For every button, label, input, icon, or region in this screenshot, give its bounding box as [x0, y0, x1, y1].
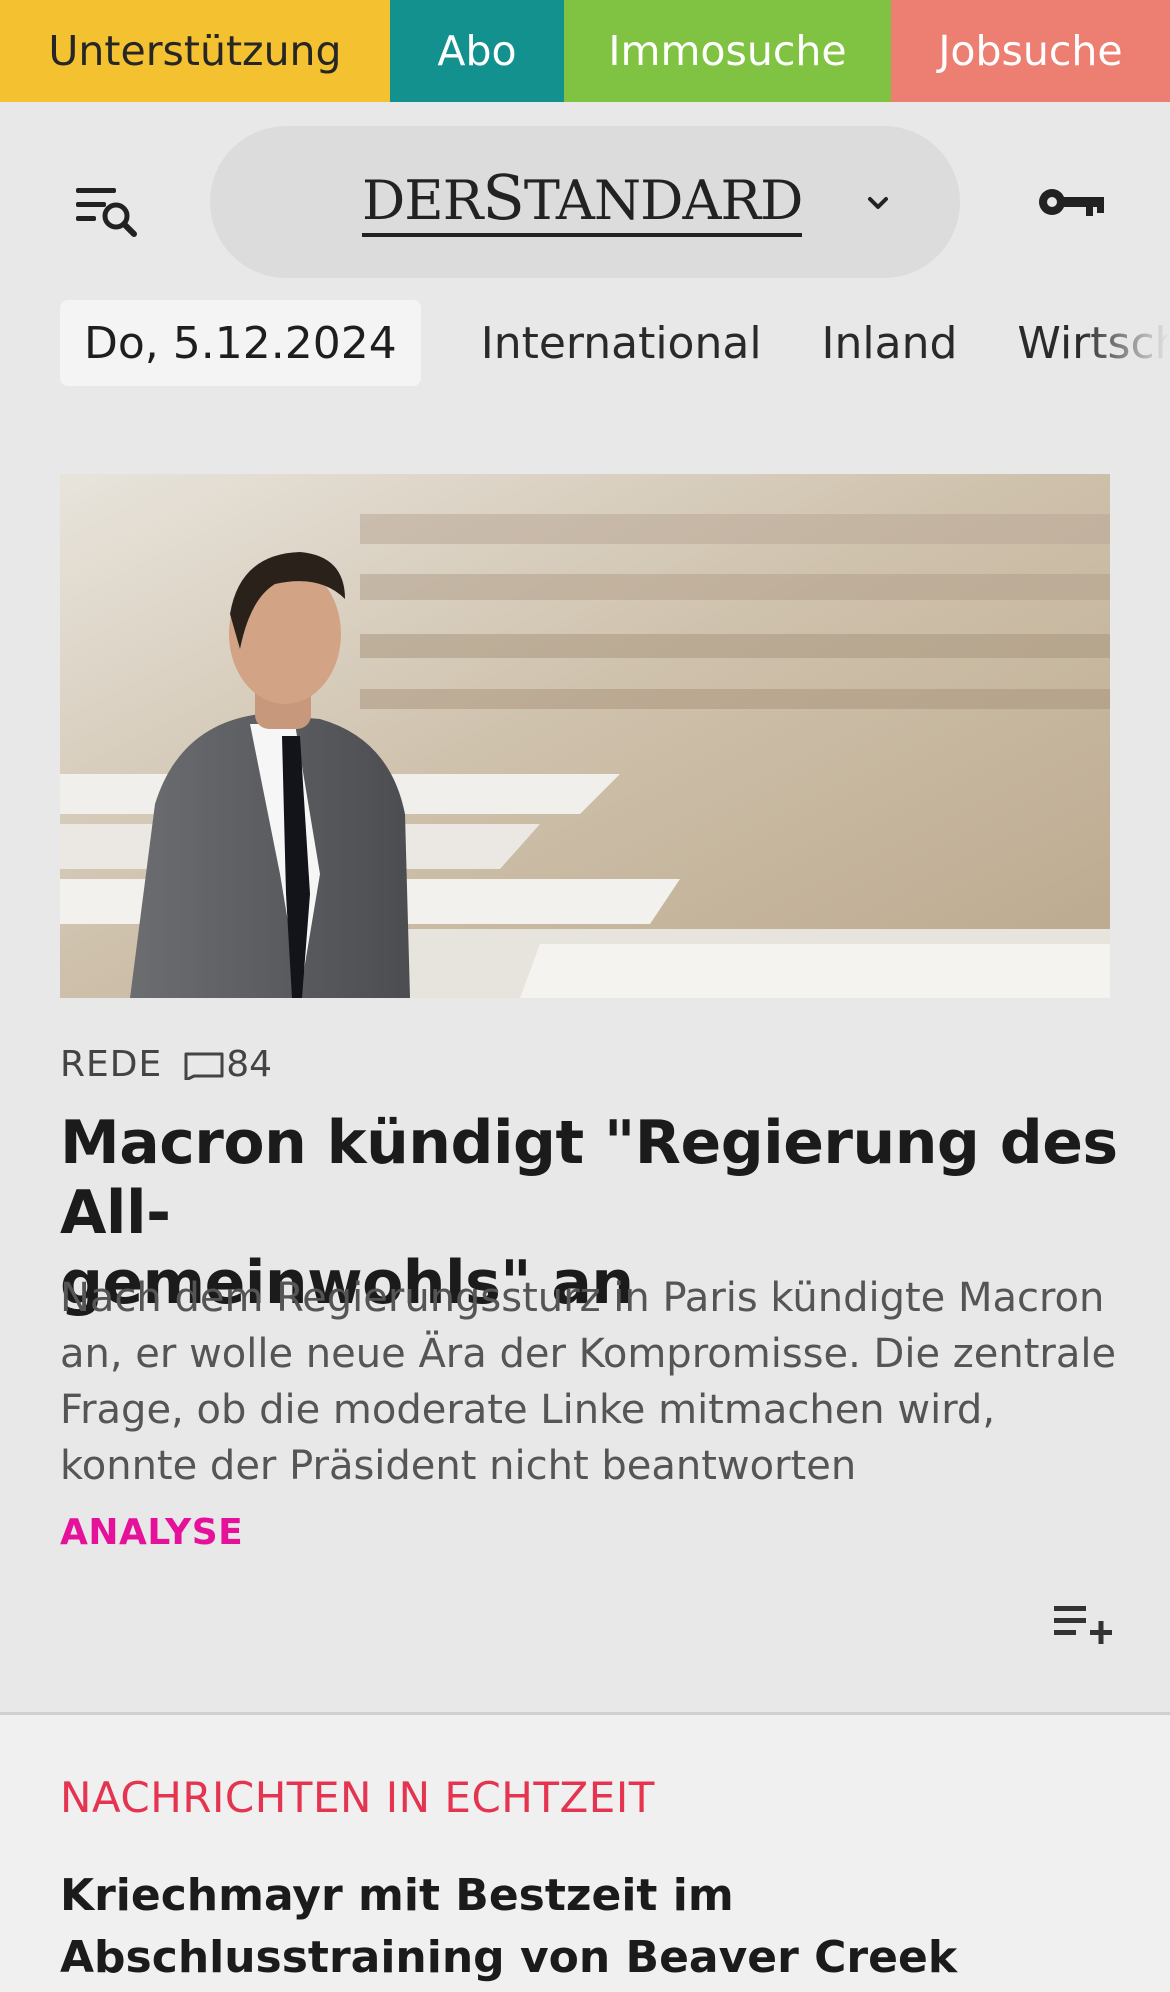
- site-header: DERSTANDARD: [0, 102, 1170, 298]
- live-news-section: NACHRICHTEN IN ECHTZEIT Kriechmayr mit B…: [0, 1715, 1170, 1992]
- comment-count[interactable]: 84: [226, 1044, 272, 1085]
- nav-fade: [1080, 300, 1170, 386]
- comment-icon[interactable]: [184, 1050, 224, 1080]
- nav-international[interactable]: International: [481, 318, 762, 369]
- jobsuche-link[interactable]: Jobsuche: [891, 0, 1170, 102]
- date-pill[interactable]: Do, 5.12.2024: [60, 300, 421, 386]
- hero-teaser[interactable]: Nach dem Regierungssturz in Paris kündig…: [60, 1270, 1120, 1494]
- hero-image[interactable]: [60, 474, 1110, 998]
- live-news-headline[interactable]: Kriechmayr mit Bestzeit im Abschlusstrai…: [60, 1865, 1130, 1989]
- hero-kicker: REDE: [60, 1044, 163, 1085]
- immosuche-link[interactable]: Immosuche: [564, 0, 891, 102]
- hero-meta: REDE 84: [60, 1044, 272, 1085]
- site-logo[interactable]: DERSTANDARD: [362, 167, 803, 237]
- hero-label-analyse: ANALYSE: [60, 1512, 244, 1553]
- live-news-heading[interactable]: NACHRICHTEN IN ECHTZEIT: [60, 1773, 655, 1822]
- nav-inland[interactable]: Inland: [822, 318, 958, 369]
- unterstuetzung-link[interactable]: Unterstützung: [0, 0, 390, 102]
- playlist-add-icon[interactable]: [1050, 1600, 1114, 1648]
- abo-link[interactable]: Abo: [390, 0, 564, 102]
- section-nav: Do, 5.12.2024 International Inland Wirts…: [0, 300, 1170, 386]
- logo-pill[interactable]: DERSTANDARD: [210, 126, 960, 278]
- chevron-down-icon[interactable]: [860, 186, 896, 222]
- menu-search-icon[interactable]: [72, 182, 142, 242]
- service-bar: Unterstützung Abo Immosuche Jobsuche: [0, 0, 1170, 102]
- key-icon[interactable]: [1036, 180, 1108, 224]
